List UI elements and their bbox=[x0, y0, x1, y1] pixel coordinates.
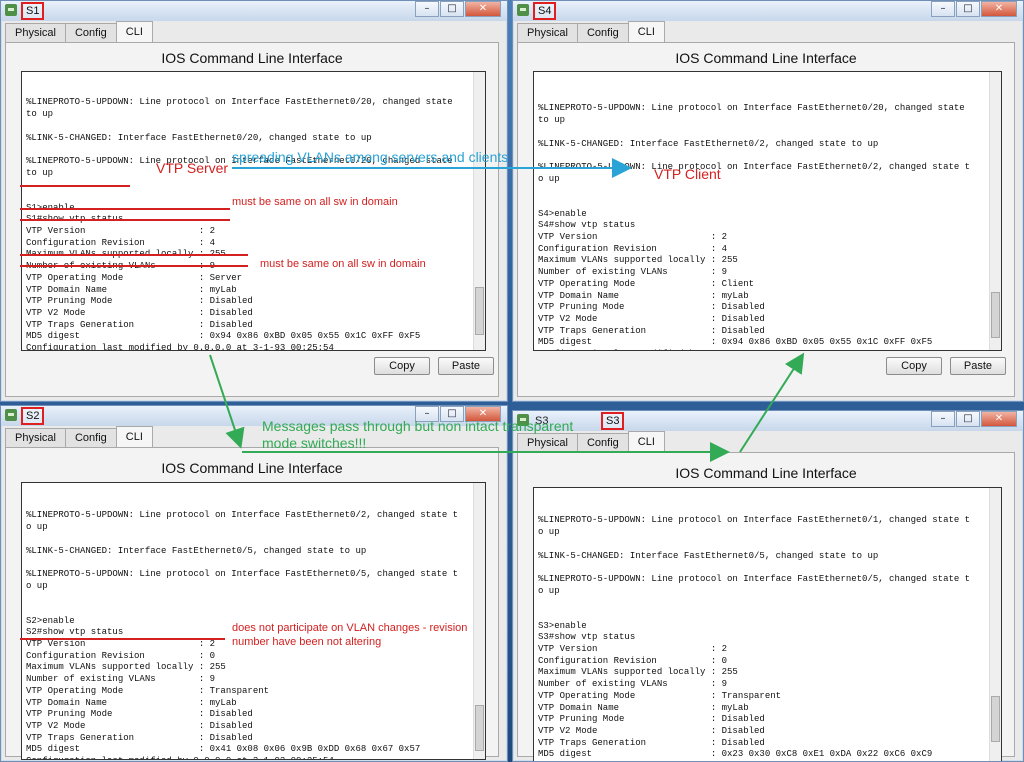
arrow-s1-to-s2 bbox=[209, 354, 245, 449]
annotation-arrows bbox=[209, 158, 805, 462]
arrow-s3-to-s4 bbox=[739, 352, 805, 453]
